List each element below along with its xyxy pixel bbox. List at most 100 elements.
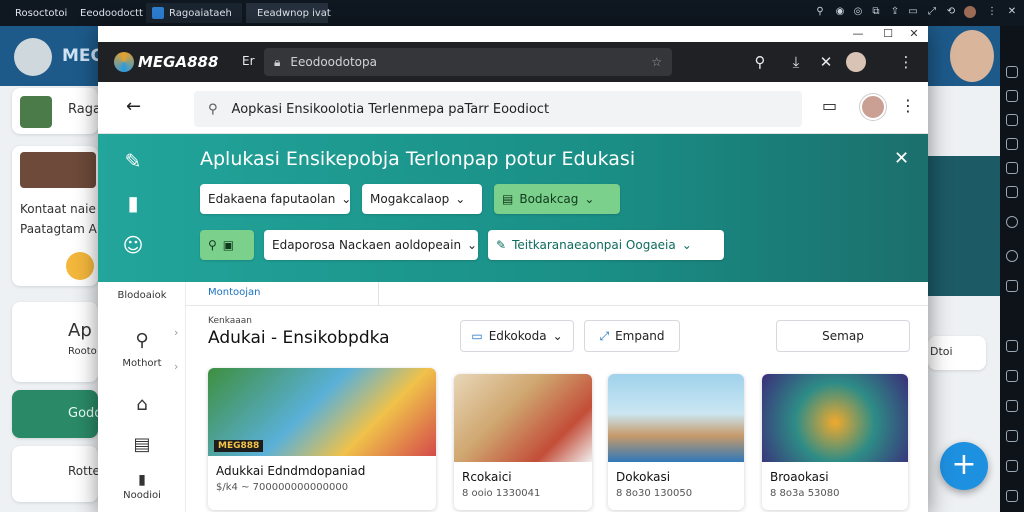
background-card: Kontaat naie Paatagtam A xyxy=(12,146,98,286)
edit-icon[interactable]: ✎ xyxy=(120,148,146,174)
background-text: Rotte xyxy=(68,464,100,478)
lock-icon: 🔒︎ xyxy=(274,54,281,69)
app-card[interactable]: Dokokasi 8 8o30 130050 xyxy=(608,374,744,510)
maximize-button[interactable]: ☐ xyxy=(880,27,896,40)
copy-icon[interactable]: ⧉ xyxy=(870,6,882,18)
expand-icon[interactable]: ⤢ xyxy=(926,6,938,18)
search-icon: ⚲ xyxy=(208,101,218,117)
book-icon: ▤ xyxy=(502,192,514,206)
rail-icon[interactable] xyxy=(1006,370,1018,382)
search-input[interactable]: ⚲ Aopkasi Ensikoolotia Terlenmepa paTarr… xyxy=(194,91,802,127)
expand-button[interactable]: ⤢ Empand xyxy=(584,320,680,352)
filter-chip-active[interactable]: ▤ Bodakcag ⌄ xyxy=(494,184,620,214)
sort-button[interactable]: Semap xyxy=(776,320,910,352)
profile-avatar[interactable] xyxy=(860,94,886,120)
tab-label[interactable]: Er xyxy=(242,54,255,68)
os-tab[interactable]: Rosoctotoi xyxy=(4,3,72,23)
app-card[interactable]: Rcokaici 8 ooio 1330041 xyxy=(454,374,592,510)
close-icon[interactable]: ✕ xyxy=(1006,6,1018,18)
rail-icon[interactable] xyxy=(1006,430,1018,442)
section-caption: Kenkaaan xyxy=(208,316,252,326)
brand-name: MEGA888 xyxy=(138,53,219,71)
rail-icon[interactable] xyxy=(1006,216,1018,228)
hero-panel: ✎ ▮ ☺ Aplukasi Ensikepobja Terlonpap pot… xyxy=(98,134,928,282)
more-icon[interactable]: ⋮ xyxy=(900,96,916,115)
rail-icon[interactable] xyxy=(1006,460,1018,472)
nav-item-label[interactable]: Noodioi xyxy=(98,490,186,501)
chevron-down-icon: ⌄ xyxy=(584,192,595,206)
rail-icon[interactable] xyxy=(1006,66,1018,78)
rail-icon[interactable] xyxy=(1006,400,1018,412)
thumbnail xyxy=(20,96,52,128)
search-chip[interactable]: ⚲ ▣ xyxy=(200,230,254,260)
menu-icon[interactable]: ⋮ xyxy=(896,52,916,72)
profile-avatar[interactable] xyxy=(846,52,866,72)
rail-icon[interactable] xyxy=(1006,138,1018,150)
filter-chip[interactable]: Edakaena faputaolan ⌄ xyxy=(200,184,351,214)
record-icon[interactable]: ◉ xyxy=(834,6,846,18)
close-icon[interactable]: ✕ xyxy=(894,148,909,169)
card-title: Dokokasi xyxy=(616,470,671,484)
left-nav: Blodoaiok ⚲ Mothort › › ⌂ ▤ ▮ Noodioi xyxy=(98,282,186,512)
nav-item-label[interactable]: Mothort xyxy=(98,358,186,369)
chip-label: Bodakcag xyxy=(519,192,579,206)
os-tab-active[interactable]: Eeadwnop ivat xyxy=(246,3,331,23)
back-arrow-icon[interactable]: ← xyxy=(126,96,141,117)
filter-bar: Montoojan xyxy=(186,282,928,306)
user-icon[interactable]: ▮ xyxy=(98,472,186,488)
pin-icon[interactable]: ⚲ xyxy=(98,330,186,351)
star-icon[interactable]: ☆ xyxy=(651,55,662,69)
document-icon[interactable]: ▤ xyxy=(98,434,186,455)
rail-icon[interactable] xyxy=(1006,340,1018,352)
more-icon[interactable]: ⋮ xyxy=(986,6,998,18)
filter-chip[interactable]: Mogakcalaop ⌄ xyxy=(362,184,482,214)
rail-icon[interactable] xyxy=(1006,280,1018,292)
history-icon[interactable]: ⟲ xyxy=(945,6,957,18)
close-window-button[interactable]: ✕ xyxy=(906,27,922,40)
chip-label: Edakaena faputaolan xyxy=(208,192,336,206)
active-filter-tab[interactable]: Montoojan xyxy=(208,287,261,298)
folder-icon[interactable]: ▭ xyxy=(822,96,837,115)
extension-icon[interactable]: ✕ xyxy=(816,52,836,72)
link-icon[interactable]: ⚲ xyxy=(814,6,826,18)
search-icon[interactable]: ⚲ xyxy=(750,52,770,72)
nav-header: Blodoaiok xyxy=(117,290,167,301)
brand-logo[interactable]: MEGA888 xyxy=(114,52,218,72)
avatar[interactable] xyxy=(964,6,976,18)
app-card[interactable]: Broaokasi 8 8o3a 53080 xyxy=(762,374,908,510)
address-bar[interactable]: 🔒︎ Eeodoodotopa ☆ xyxy=(264,48,672,76)
rail-icon[interactable] xyxy=(1006,162,1018,174)
add-button[interactable]: + xyxy=(940,442,988,490)
thumbnail xyxy=(20,152,96,188)
tag-icon: ✎ xyxy=(496,238,507,252)
os-tab[interactable]: Eeodoodoctt xyxy=(74,3,144,23)
filter-chip[interactable]: ✎ Teitkaranaeaonpai Oogaeia ⌄ xyxy=(488,230,724,260)
card-title: Rcokaici xyxy=(462,470,512,484)
card-meta: 8 8o30 130050 xyxy=(616,488,693,499)
system-rail xyxy=(1000,26,1024,512)
home-icon[interactable]: ⌂ xyxy=(98,394,186,415)
divider xyxy=(378,282,379,306)
url-text: Eeodoodotopa xyxy=(290,55,377,69)
app-card[interactable]: MEG888 Adukkai Edndmdopaniad $/k4 ~ 7000… xyxy=(208,368,436,510)
chevron-down-icon: ⌄ xyxy=(467,238,478,252)
user-icon[interactable]: ☺ xyxy=(120,232,146,258)
download-icon[interactable]: ⤓ xyxy=(786,52,806,72)
rail-icon[interactable] xyxy=(1006,90,1018,102)
category-select[interactable]: ▭ Edkokoda ⌄ xyxy=(460,320,574,352)
minimize-button[interactable]: — xyxy=(850,27,866,40)
rail-icon[interactable] xyxy=(1006,490,1018,502)
document-icon[interactable]: ▮ xyxy=(120,190,146,216)
os-tab[interactable]: Ragoaiataeh xyxy=(146,3,242,23)
filter-chip[interactable]: Edaporosa Nackaen aoldopeain ⌄ xyxy=(264,230,478,260)
search-icon: ⚲ xyxy=(208,238,217,252)
logo-icon xyxy=(114,52,134,72)
rail-icon[interactable] xyxy=(1006,186,1018,198)
rail-icon[interactable] xyxy=(1006,250,1018,262)
rail-icon[interactable] xyxy=(1006,114,1018,126)
cast-icon[interactable]: ▭ xyxy=(907,6,919,18)
settings-icon[interactable]: ◎ xyxy=(852,6,864,18)
share-icon[interactable]: ⇪ xyxy=(889,6,901,18)
card-title: Adukkai Edndmdopaniad xyxy=(216,464,366,478)
expand-icon: ⤢ xyxy=(599,328,610,343)
